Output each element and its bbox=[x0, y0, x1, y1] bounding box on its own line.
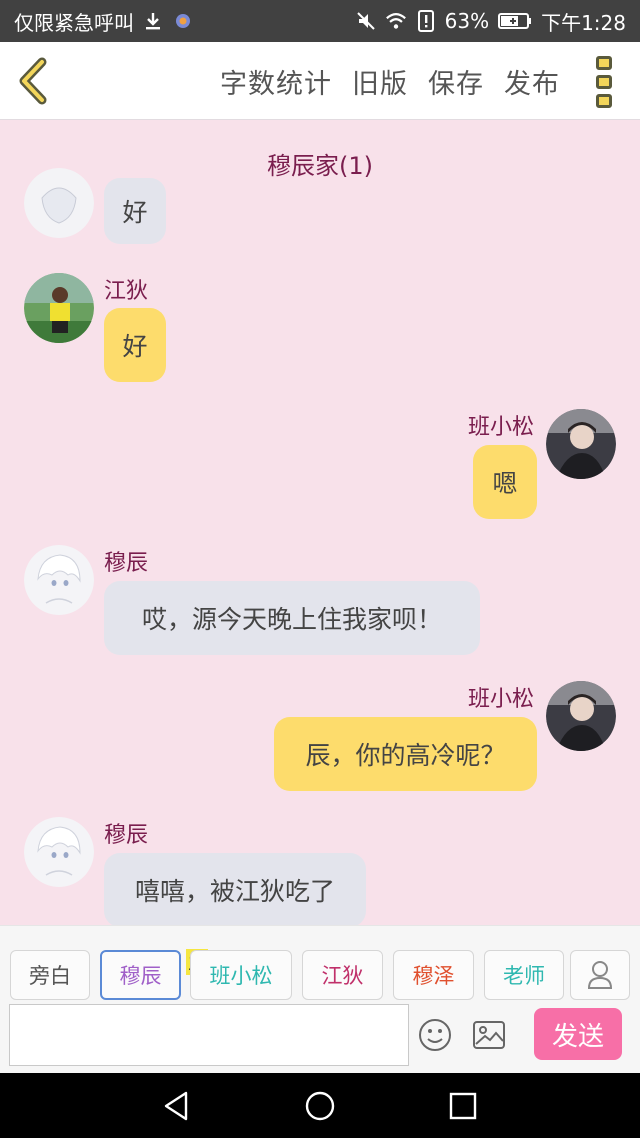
avatar-muchen[interactable] bbox=[24, 817, 94, 887]
word-count-button[interactable]: 字数统计 bbox=[220, 62, 332, 101]
chat-area[interactable]: 穆辰家(1) 好 江狄 好 班小松 嗯 穆辰 哎，源今天晚上住我家呗！ 班小松 … bbox=[0, 120, 640, 925]
message-bubble[interactable]: 嗯 bbox=[473, 445, 537, 519]
app-icon bbox=[172, 10, 194, 32]
circle-home-icon bbox=[305, 1091, 335, 1121]
speaker-name: 班小松 bbox=[468, 687, 535, 712]
message-input[interactable] bbox=[9, 1004, 409, 1066]
system-navbar bbox=[0, 1073, 640, 1138]
role-narrator-button[interactable]: 旁白 bbox=[10, 950, 90, 1000]
more-dot-icon bbox=[596, 75, 612, 89]
add-role-button[interactable] bbox=[570, 950, 630, 1000]
more-dot-icon bbox=[596, 94, 612, 108]
message-bubble[interactable]: 嘻嘻，被江狄吃了 bbox=[104, 853, 366, 925]
wifi-icon bbox=[385, 10, 407, 32]
chevron-left-icon bbox=[19, 57, 47, 105]
publish-button[interactable]: 发布 bbox=[504, 62, 560, 101]
chat-title: 穆辰家(1) bbox=[267, 152, 373, 180]
more-dot-icon bbox=[596, 56, 612, 70]
avatar-banxiaosong[interactable] bbox=[546, 409, 616, 479]
speaker-name: 江狄 bbox=[104, 279, 149, 304]
alert-icon bbox=[415, 10, 437, 32]
nav-back-button[interactable] bbox=[160, 1089, 194, 1123]
image-button[interactable] bbox=[472, 1020, 506, 1050]
speaker-name: 班小松 bbox=[468, 415, 535, 440]
avatar-muchen[interactable] bbox=[24, 168, 94, 238]
role-muchen-button[interactable]: 穆辰 bbox=[100, 950, 181, 1000]
triangle-back-icon bbox=[164, 1091, 188, 1121]
user-icon bbox=[587, 961, 613, 989]
role-teacher-button[interactable]: 老师 bbox=[484, 950, 564, 1000]
more-menu-button[interactable] bbox=[596, 56, 618, 108]
smiley-icon bbox=[419, 1019, 451, 1051]
composer-panel: 旁白 穆辰 主 班小松 江狄 穆泽 老师 发送 bbox=[0, 925, 640, 1073]
download-icon bbox=[142, 10, 164, 32]
speaker-name: 穆辰 bbox=[104, 823, 149, 848]
send-button[interactable]: 发送 bbox=[534, 1008, 622, 1060]
nav-home-button[interactable] bbox=[303, 1089, 337, 1123]
nav-recents-button[interactable] bbox=[446, 1089, 480, 1123]
battery-icon bbox=[497, 10, 533, 32]
old-version-button[interactable]: 旧版 bbox=[352, 62, 408, 101]
carrier-text: 仅限紧急呼叫 bbox=[14, 10, 134, 35]
status-bar: 仅限紧急呼叫 63% 下午1:28 bbox=[0, 0, 640, 42]
message-bubble[interactable]: 好 bbox=[104, 308, 166, 382]
save-button[interactable]: 保存 bbox=[428, 62, 484, 101]
role-jiangdi-button[interactable]: 江狄 bbox=[302, 950, 383, 1000]
back-button[interactable] bbox=[12, 56, 56, 106]
avatar-banxiaosong[interactable] bbox=[546, 681, 616, 751]
avatar-jiangdi[interactable] bbox=[24, 273, 94, 343]
avatar-muchen[interactable] bbox=[24, 545, 94, 615]
status-time: 下午1:28 bbox=[541, 10, 626, 35]
speaker-name: 穆辰 bbox=[104, 551, 149, 576]
message-bubble[interactable]: 好 bbox=[104, 178, 166, 244]
message-bubble[interactable]: 哎，源今天晚上住我家呗！ bbox=[104, 581, 480, 655]
role-banxiaosong-button[interactable]: 班小松 bbox=[190, 950, 292, 1000]
square-recents-icon bbox=[449, 1092, 477, 1120]
battery-percent: 63% bbox=[444, 9, 490, 33]
image-icon bbox=[473, 1021, 505, 1049]
role-muze-button[interactable]: 穆泽 bbox=[393, 950, 474, 1000]
editor-toolbar: 字数统计 旧版 保存 发布 bbox=[0, 42, 640, 120]
mute-icon bbox=[355, 10, 377, 32]
emoji-button[interactable] bbox=[418, 1018, 452, 1052]
message-bubble[interactable]: 辰，你的高冷呢？ bbox=[274, 717, 537, 791]
